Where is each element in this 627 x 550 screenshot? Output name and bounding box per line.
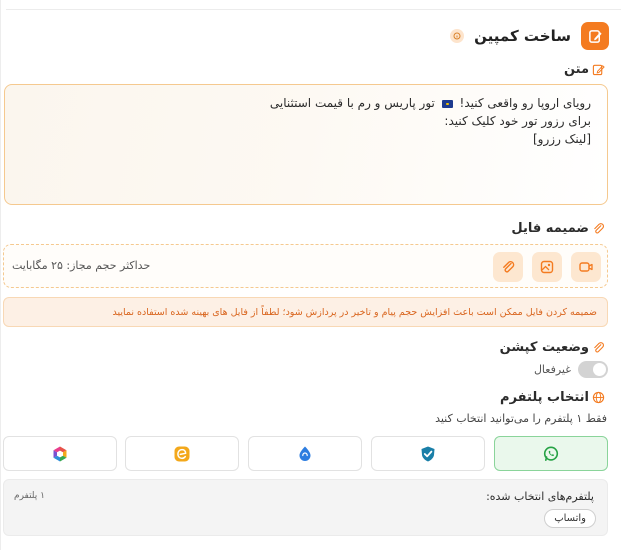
message-line-3: [لینک رزرو] <box>533 132 591 146</box>
caption-toggle-row: غیرفعال <box>534 361 608 378</box>
caption-section-label: وضعیت کپشن <box>500 340 605 355</box>
text-section-label: متن <box>564 62 605 77</box>
platform-option-whatsapp[interactable] <box>494 436 608 471</box>
paperclip-icon <box>594 223 604 234</box>
message-line-2: برای رزور تور خود کلیک کنید: <box>444 114 591 128</box>
platform-option-4[interactable] <box>125 436 239 471</box>
file-upload-button[interactable] <box>493 252 523 282</box>
platform-hint: فقط ۱ پلتفرم را می‌توانید انتخاب کنید <box>435 412 607 425</box>
info-icon[interactable] <box>450 29 465 43</box>
attachment-warning: ضمیمه کردن فایل ممکن است باعث افزایش حجم… <box>3 297 608 327</box>
chat-drop-icon <box>299 446 311 461</box>
text-label: متن <box>563 62 589 77</box>
attachment-dropzone[interactable]: حداکثر حجم مجاز: ۲۵ مگابایت <box>3 244 608 288</box>
attachment-section-label: ضمیمه فایل <box>511 221 605 236</box>
message-textarea[interactable]: رویای اروپا رو واقعی کنید! تور پاریس و ر… <box>4 84 608 205</box>
top-border <box>6 9 621 10</box>
whatsapp-icon <box>543 446 559 461</box>
platform-option-2[interactable] <box>371 436 485 471</box>
left-border <box>0 0 1 550</box>
selected-platforms-count: ۱ پلتفرم <box>14 491 45 501</box>
paperclip-icon <box>503 261 515 273</box>
page-header: ساخت کمپین <box>450 22 609 50</box>
platform-option-5[interactable] <box>3 436 117 471</box>
edit-icon <box>581 22 609 50</box>
image-icon <box>540 260 554 274</box>
caption-toggle-label: غیرفعال <box>533 363 571 376</box>
page-title: ساخت کمپین <box>474 27 571 45</box>
caption-toggle[interactable] <box>578 361 608 378</box>
platform-label: انتخاب پلتفرم <box>500 390 589 405</box>
pencil-icon <box>592 64 605 76</box>
shield-check-icon <box>421 446 435 461</box>
warning-text: ضمیمه کردن فایل ممکن است باعث افزایش حجم… <box>112 306 597 318</box>
platform-section-label: انتخاب پلتفرم <box>500 390 605 405</box>
toggle-knob <box>593 363 606 376</box>
message-line-1: رویای اروپا رو واقعی کنید! تور پاریس و ر… <box>269 96 591 110</box>
attachment-label: ضمیمه فایل <box>511 221 589 236</box>
selected-platform-chip[interactable]: واتساپ <box>544 509 596 528</box>
selected-platforms-title: پلتفرم‌های انتخاب شده: <box>486 490 594 503</box>
globe-icon <box>592 391 605 404</box>
max-size-note: حداکثر حجم مجاز: ۲۵ مگابایت <box>12 259 151 272</box>
image-upload-button[interactable] <box>532 252 562 282</box>
paperclip-icon <box>594 342 604 353</box>
video-icon <box>579 262 593 272</box>
selected-platforms-panel: پلتفرم‌های انتخاب شده: ۱ پلتفرم واتساپ <box>3 479 608 536</box>
rubika-icon <box>53 446 67 461</box>
caption-label: وضعیت کپشن <box>499 340 589 355</box>
eu-flag-icon <box>441 99 453 108</box>
video-upload-button[interactable] <box>571 252 601 282</box>
eitaa-icon <box>174 446 190 461</box>
platform-option-3[interactable] <box>248 436 362 471</box>
